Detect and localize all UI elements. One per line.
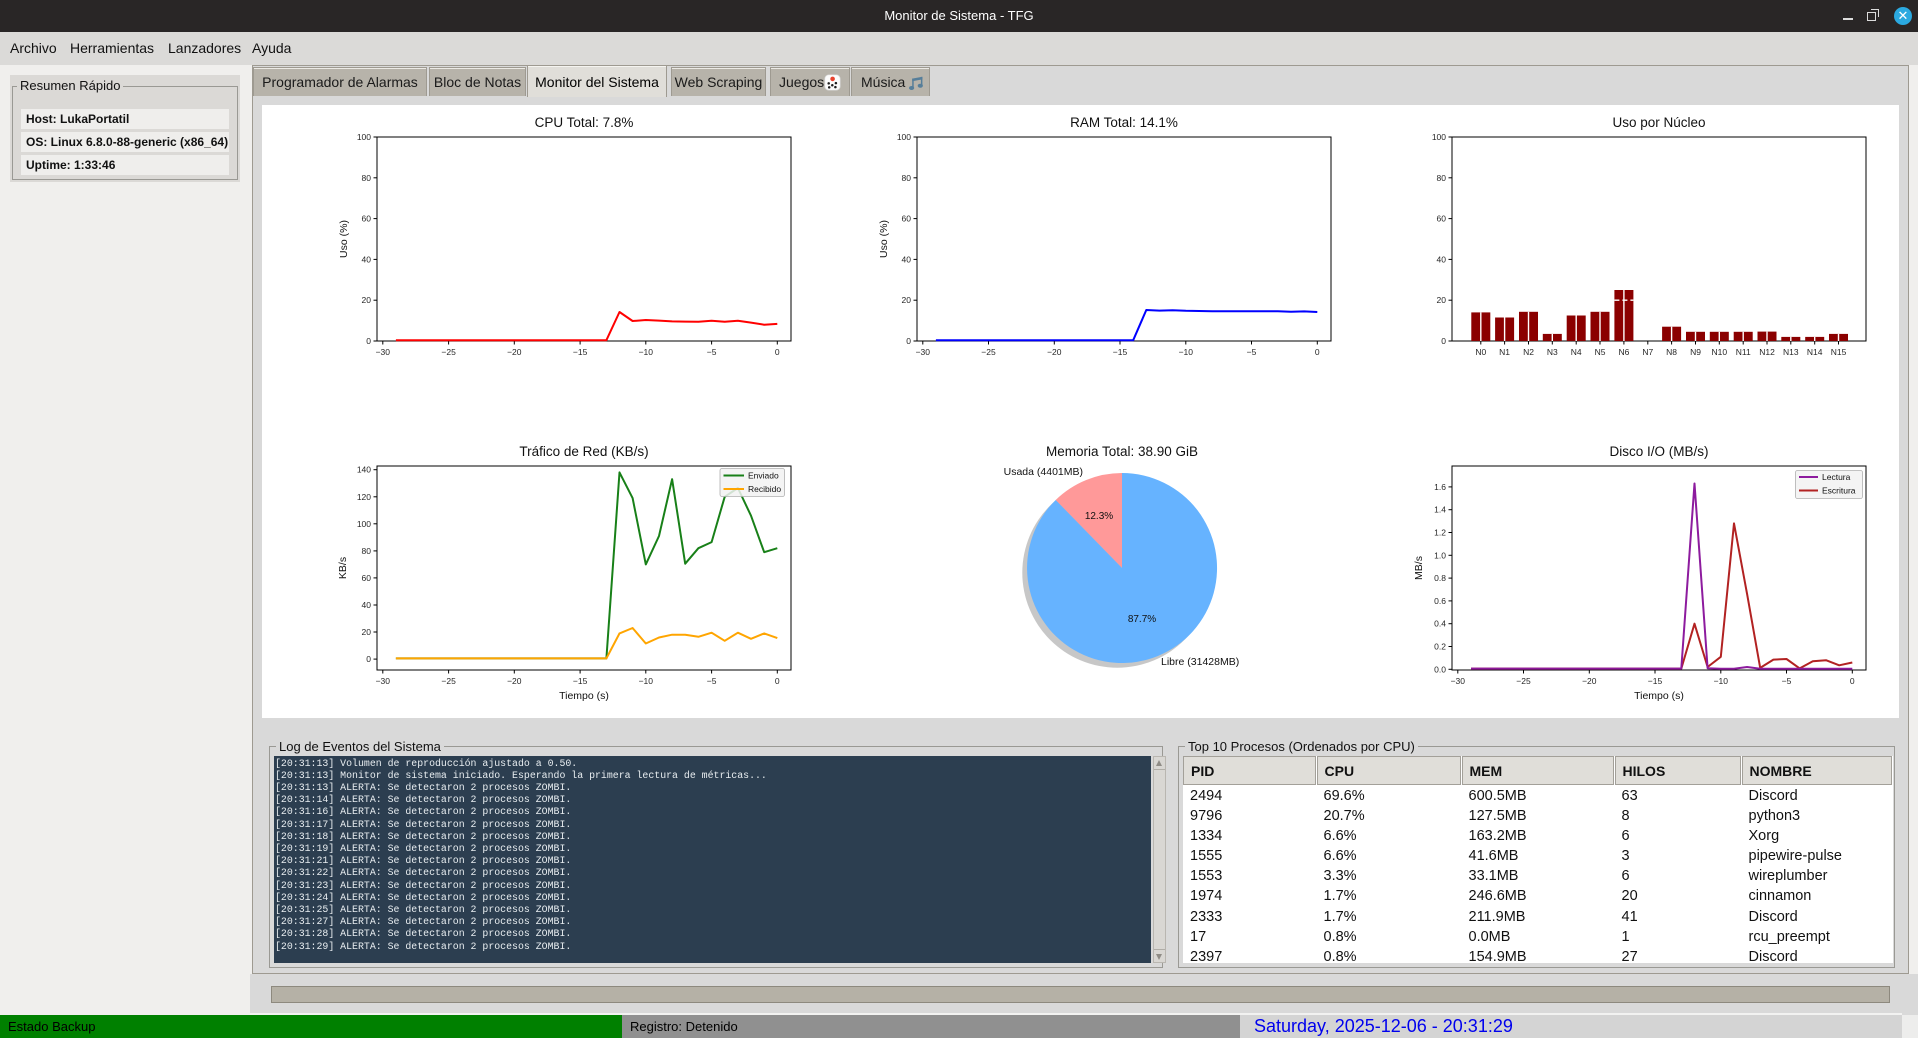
svg-text:0: 0 — [1441, 336, 1446, 346]
svg-text:20: 20 — [362, 295, 372, 305]
svg-text:Lectura: Lectura — [1822, 472, 1851, 482]
svg-text:Uso por Núcleo: Uso por Núcleo — [1612, 115, 1705, 130]
svg-text:−25: −25 — [1516, 676, 1531, 686]
svg-text:40: 40 — [362, 254, 372, 264]
svg-text:Escritura: Escritura — [1822, 486, 1856, 496]
svg-text:Disco I/O (MB/s): Disco I/O (MB/s) — [1609, 444, 1708, 459]
svg-text:−5: −5 — [707, 676, 717, 686]
svg-text:Libre (31428MB): Libre (31428MB) — [1161, 656, 1239, 668]
svg-text:60: 60 — [1437, 214, 1447, 224]
svg-text:80: 80 — [362, 546, 372, 556]
svg-text:−20: −20 — [1582, 676, 1597, 686]
svg-text:−20: −20 — [507, 676, 522, 686]
svg-text:N14: N14 — [1807, 347, 1823, 357]
svg-text:−15: −15 — [573, 676, 588, 686]
svg-text:KB/s: KB/s — [337, 557, 349, 579]
svg-text:−30: −30 — [376, 347, 391, 357]
svg-text:Enviado: Enviado — [748, 471, 779, 481]
svg-text:60: 60 — [362, 573, 372, 583]
svg-text:N9: N9 — [1690, 347, 1701, 357]
svg-text:80: 80 — [1437, 173, 1447, 183]
svg-text:100: 100 — [1432, 132, 1446, 142]
svg-text:N0: N0 — [1475, 347, 1486, 357]
svg-text:−10: −10 — [1179, 347, 1194, 357]
svg-text:100: 100 — [357, 132, 371, 142]
svg-text:MB/s: MB/s — [1413, 556, 1425, 580]
svg-text:0: 0 — [366, 336, 371, 346]
svg-text:CPU Total: 7.8%: CPU Total: 7.8% — [535, 115, 634, 130]
svg-text:0.2: 0.2 — [1434, 642, 1446, 652]
svg-text:−15: −15 — [1648, 676, 1663, 686]
svg-text:40: 40 — [1437, 254, 1447, 264]
svg-text:0.4: 0.4 — [1434, 619, 1446, 629]
svg-text:12.3%: 12.3% — [1085, 511, 1113, 522]
svg-text:1.4: 1.4 — [1434, 505, 1446, 515]
svg-text:0.0: 0.0 — [1434, 664, 1446, 674]
svg-text:0: 0 — [906, 336, 911, 346]
svg-text:N13: N13 — [1783, 347, 1799, 357]
svg-text:20: 20 — [902, 295, 912, 305]
svg-text:−30: −30 — [916, 347, 931, 357]
svg-text:−10: −10 — [639, 347, 654, 357]
svg-text:120: 120 — [357, 492, 371, 502]
svg-text:RAM Total: 14.1%: RAM Total: 14.1% — [1070, 115, 1178, 130]
svg-text:−30: −30 — [376, 676, 391, 686]
svg-text:N10: N10 — [1712, 347, 1728, 357]
svg-text:20: 20 — [1437, 295, 1447, 305]
svg-text:N11: N11 — [1736, 347, 1751, 357]
svg-text:−10: −10 — [639, 676, 654, 686]
svg-text:N5: N5 — [1595, 347, 1606, 357]
svg-text:0.6: 0.6 — [1434, 596, 1446, 606]
svg-text:60: 60 — [362, 214, 372, 224]
svg-text:−15: −15 — [573, 347, 588, 357]
svg-text:N4: N4 — [1571, 347, 1582, 357]
svg-text:N12: N12 — [1759, 347, 1775, 357]
svg-text:−20: −20 — [507, 347, 522, 357]
svg-text:Uso (%): Uso (%) — [338, 220, 350, 258]
svg-text:N15: N15 — [1831, 347, 1847, 357]
svg-text:80: 80 — [902, 173, 912, 183]
svg-text:−10: −10 — [1714, 676, 1729, 686]
svg-text:1.0: 1.0 — [1434, 550, 1446, 560]
svg-text:Usada (4401MB): Usada (4401MB) — [1004, 466, 1083, 478]
svg-text:Memoria Total: 38.90 GiB: Memoria Total: 38.90 GiB — [1046, 444, 1198, 459]
svg-text:0: 0 — [1850, 676, 1855, 686]
svg-text:Recibido: Recibido — [748, 484, 781, 494]
svg-text:−5: −5 — [707, 347, 717, 357]
svg-text:80: 80 — [362, 173, 372, 183]
svg-text:0: 0 — [775, 676, 780, 686]
svg-text:20: 20 — [362, 627, 372, 637]
svg-text:60: 60 — [902, 214, 912, 224]
svg-text:100: 100 — [897, 132, 911, 142]
svg-text:N1: N1 — [1499, 347, 1510, 357]
svg-text:Tiempo (s): Tiempo (s) — [559, 690, 609, 702]
svg-text:0: 0 — [366, 654, 371, 664]
svg-text:−25: −25 — [441, 676, 456, 686]
svg-text:−15: −15 — [1113, 347, 1128, 357]
svg-text:−5: −5 — [1782, 676, 1792, 686]
svg-text:100: 100 — [357, 519, 371, 529]
svg-text:Uso (%): Uso (%) — [878, 220, 890, 258]
svg-text:40: 40 — [362, 600, 372, 610]
svg-text:−25: −25 — [981, 347, 996, 357]
svg-text:140: 140 — [357, 465, 371, 475]
svg-text:−20: −20 — [1047, 347, 1062, 357]
svg-text:1.6: 1.6 — [1434, 482, 1446, 492]
svg-text:−30: −30 — [1451, 676, 1466, 686]
svg-text:Tiempo (s): Tiempo (s) — [1634, 690, 1684, 702]
svg-text:87.7%: 87.7% — [1128, 614, 1156, 625]
svg-text:−25: −25 — [441, 347, 456, 357]
svg-text:N8: N8 — [1666, 347, 1677, 357]
svg-text:0: 0 — [775, 347, 780, 357]
svg-text:N7: N7 — [1642, 347, 1653, 357]
svg-text:1.2: 1.2 — [1434, 528, 1446, 538]
svg-text:N3: N3 — [1547, 347, 1558, 357]
svg-text:40: 40 — [902, 254, 912, 264]
svg-text:N2: N2 — [1523, 347, 1534, 357]
svg-text:−5: −5 — [1247, 347, 1257, 357]
svg-text:0.8: 0.8 — [1434, 573, 1446, 583]
svg-text:N6: N6 — [1618, 347, 1629, 357]
svg-text:0: 0 — [1315, 347, 1320, 357]
svg-text:Tráfico de Red (KB/s): Tráfico de Red (KB/s) — [519, 444, 648, 459]
